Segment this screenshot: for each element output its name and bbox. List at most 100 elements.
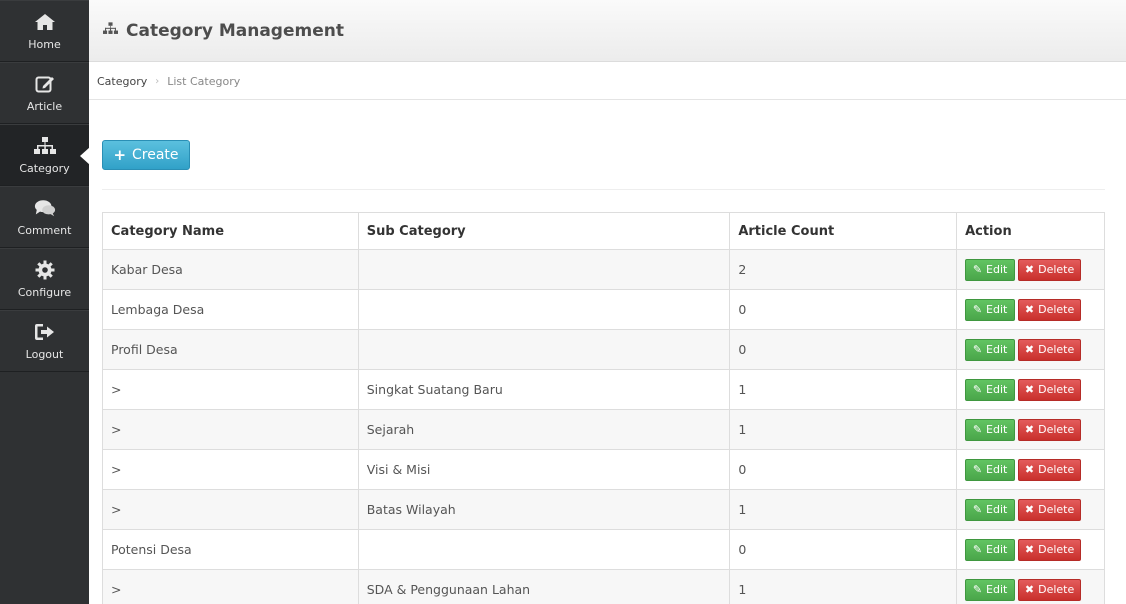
- cell-article-count: 0: [729, 289, 958, 330]
- delete-button[interactable]: ✖ Delete: [1018, 378, 1082, 401]
- delete-button-label: Delete: [1038, 303, 1075, 316]
- table-row: > Visi & Misi 0 ✎ Edit ✖ Delete: [102, 449, 1105, 490]
- delete-button-label: Delete: [1038, 423, 1075, 436]
- close-icon: ✖: [1024, 543, 1035, 556]
- cell-category-name: >: [102, 449, 359, 490]
- delete-button[interactable]: ✖ Delete: [1018, 498, 1082, 521]
- sidebar-item-logout[interactable]: Logout: [0, 310, 89, 372]
- cell-sub-category: [357, 289, 731, 330]
- edit-button-label: Edit: [986, 463, 1008, 476]
- edit-icon: ✎: [972, 583, 983, 596]
- breadcrumb: Category › List Category: [89, 63, 1126, 100]
- sidebar-item-label: Configure: [17, 285, 72, 299]
- delete-button-label: Delete: [1038, 383, 1075, 396]
- cell-action: ✎ Edit ✖ Delete: [956, 329, 1105, 370]
- delete-button[interactable]: ✖ Delete: [1018, 458, 1082, 481]
- cell-category-name: >: [102, 409, 359, 450]
- delete-button[interactable]: ✖ Delete: [1018, 298, 1082, 321]
- edit-button[interactable]: ✎ Edit: [965, 378, 1016, 401]
- edit-button[interactable]: ✎ Edit: [965, 338, 1016, 361]
- edit-icon: ✎: [972, 503, 983, 516]
- sign-out-icon: [34, 322, 56, 342]
- sidebar-item-comment[interactable]: Comment: [0, 186, 89, 248]
- delete-button[interactable]: ✖ Delete: [1018, 258, 1082, 281]
- edit-button[interactable]: ✎ Edit: [965, 578, 1016, 601]
- sidebar-item-label: Category: [19, 161, 70, 175]
- breadcrumb-separator-icon: ›: [155, 75, 160, 87]
- sidebar: Home Article Category Comment Configure …: [0, 0, 90, 604]
- edit-button-label: Edit: [986, 423, 1008, 436]
- page-header: Category Management: [89, 0, 1126, 62]
- column-header-sub-category: Sub Category: [357, 212, 731, 250]
- sidebar-item-home[interactable]: Home: [0, 0, 89, 62]
- cell-article-count: 1: [729, 569, 958, 604]
- edit-icon: ✎: [972, 383, 983, 396]
- cell-article-count: 1: [729, 409, 958, 450]
- edit-icon: ✎: [972, 463, 983, 476]
- close-icon: ✖: [1024, 423, 1035, 436]
- table-row: > Sejarah 1 ✎ Edit ✖ Delete: [102, 409, 1105, 450]
- cell-article-count: 1: [729, 489, 958, 530]
- table-row: > SDA & Penggunaan Lahan 1 ✎ Edit ✖ Delete: [102, 569, 1105, 604]
- edit-icon: ✎: [972, 303, 983, 316]
- delete-button-label: Delete: [1038, 503, 1075, 516]
- table-header-row: Category Name Sub Category Article Count…: [102, 212, 1105, 250]
- divider: [102, 189, 1105, 190]
- edit-button[interactable]: ✎ Edit: [965, 418, 1016, 441]
- delete-button-label: Delete: [1038, 463, 1075, 476]
- edit-button[interactable]: ✎ Edit: [965, 498, 1016, 521]
- cell-sub-category: Visi & Misi: [357, 449, 731, 490]
- edit-button[interactable]: ✎ Edit: [965, 458, 1016, 481]
- cell-sub-category: Batas Wilayah: [357, 489, 731, 530]
- edit-icon: ✎: [972, 343, 983, 356]
- delete-button[interactable]: ✖ Delete: [1018, 578, 1082, 601]
- edit-icon: [34, 74, 56, 94]
- breadcrumb-item-list-category: List Category: [167, 74, 241, 88]
- edit-button[interactable]: ✎ Edit: [965, 298, 1016, 321]
- cell-article-count: 0: [729, 329, 958, 370]
- table-row: Profil Desa 0 ✎ Edit ✖ Delete: [102, 329, 1105, 370]
- cell-action: ✎ Edit ✖ Delete: [956, 249, 1105, 290]
- table-row: > Singkat Suatang Baru 1 ✎ Edit ✖ Delete: [102, 369, 1105, 410]
- cell-sub-category: [357, 529, 731, 570]
- edit-icon: ✎: [972, 423, 983, 436]
- sidebar-item-label: Article: [26, 99, 63, 113]
- cell-article-count: 0: [729, 529, 958, 570]
- close-icon: ✖: [1024, 263, 1035, 276]
- cell-article-count: 0: [729, 449, 958, 490]
- cell-action: ✎ Edit ✖ Delete: [956, 489, 1105, 530]
- cell-action: ✎ Edit ✖ Delete: [956, 369, 1105, 410]
- close-icon: ✖: [1024, 303, 1035, 316]
- cell-action: ✎ Edit ✖ Delete: [956, 449, 1105, 490]
- sidebar-item-article[interactable]: Article: [0, 62, 89, 124]
- cell-category-name: >: [102, 369, 359, 410]
- edit-button-label: Edit: [986, 303, 1008, 316]
- sitemap-icon: [33, 136, 56, 156]
- delete-button[interactable]: ✖ Delete: [1018, 338, 1082, 361]
- sidebar-item-category[interactable]: Category: [0, 124, 90, 186]
- delete-button[interactable]: ✖ Delete: [1018, 538, 1082, 561]
- sitemap-icon: [103, 22, 118, 39]
- breadcrumb-item-category[interactable]: Category: [97, 75, 147, 88]
- delete-button[interactable]: ✖ Delete: [1018, 418, 1082, 441]
- delete-button-label: Delete: [1038, 583, 1075, 596]
- sidebar-item-configure[interactable]: Configure: [0, 248, 89, 310]
- cell-sub-category: [357, 249, 731, 290]
- create-button[interactable]: + Create: [102, 140, 190, 170]
- table-row: Kabar Desa 2 ✎ Edit ✖ Delete: [102, 249, 1105, 290]
- edit-button[interactable]: ✎ Edit: [965, 258, 1016, 281]
- column-header-category-name: Category Name: [102, 212, 359, 250]
- cell-category-name: Kabar Desa: [102, 249, 359, 290]
- cell-category-name: Potensi Desa: [102, 529, 359, 570]
- column-header-action: Action: [956, 212, 1105, 250]
- edit-button-label: Edit: [986, 503, 1008, 516]
- table-body: Kabar Desa 2 ✎ Edit ✖ Delete Lembaga Desa 0…: [102, 249, 1105, 604]
- edit-button[interactable]: ✎ Edit: [965, 538, 1016, 561]
- cell-sub-category: [357, 329, 731, 370]
- create-button-label: Create: [132, 147, 179, 163]
- cell-category-name: >: [102, 489, 359, 530]
- edit-button-label: Edit: [986, 543, 1008, 556]
- close-icon: ✖: [1024, 583, 1035, 596]
- table-row: > Batas Wilayah 1 ✎ Edit ✖ Delete: [102, 489, 1105, 530]
- close-icon: ✖: [1024, 383, 1035, 396]
